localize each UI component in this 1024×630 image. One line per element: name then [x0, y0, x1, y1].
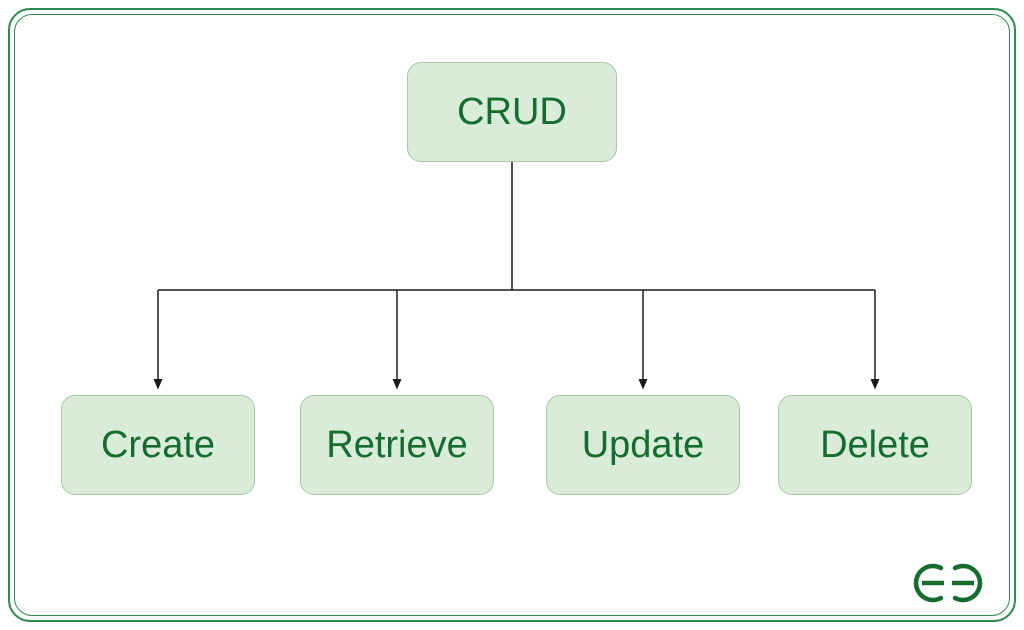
child-node-label: Retrieve: [326, 424, 468, 467]
child-node-label: Update: [582, 424, 705, 467]
child-node-label: Create: [101, 424, 215, 467]
child-node-create: Create: [61, 395, 255, 495]
child-node-retrieve: Retrieve: [300, 395, 494, 495]
geeksforgeeks-logo-icon: [898, 558, 998, 608]
root-node-crud: CRUD: [407, 62, 617, 162]
child-node-label: Delete: [820, 424, 930, 467]
child-node-update: Update: [546, 395, 740, 495]
root-node-label: CRUD: [457, 91, 567, 134]
child-node-delete: Delete: [778, 395, 972, 495]
